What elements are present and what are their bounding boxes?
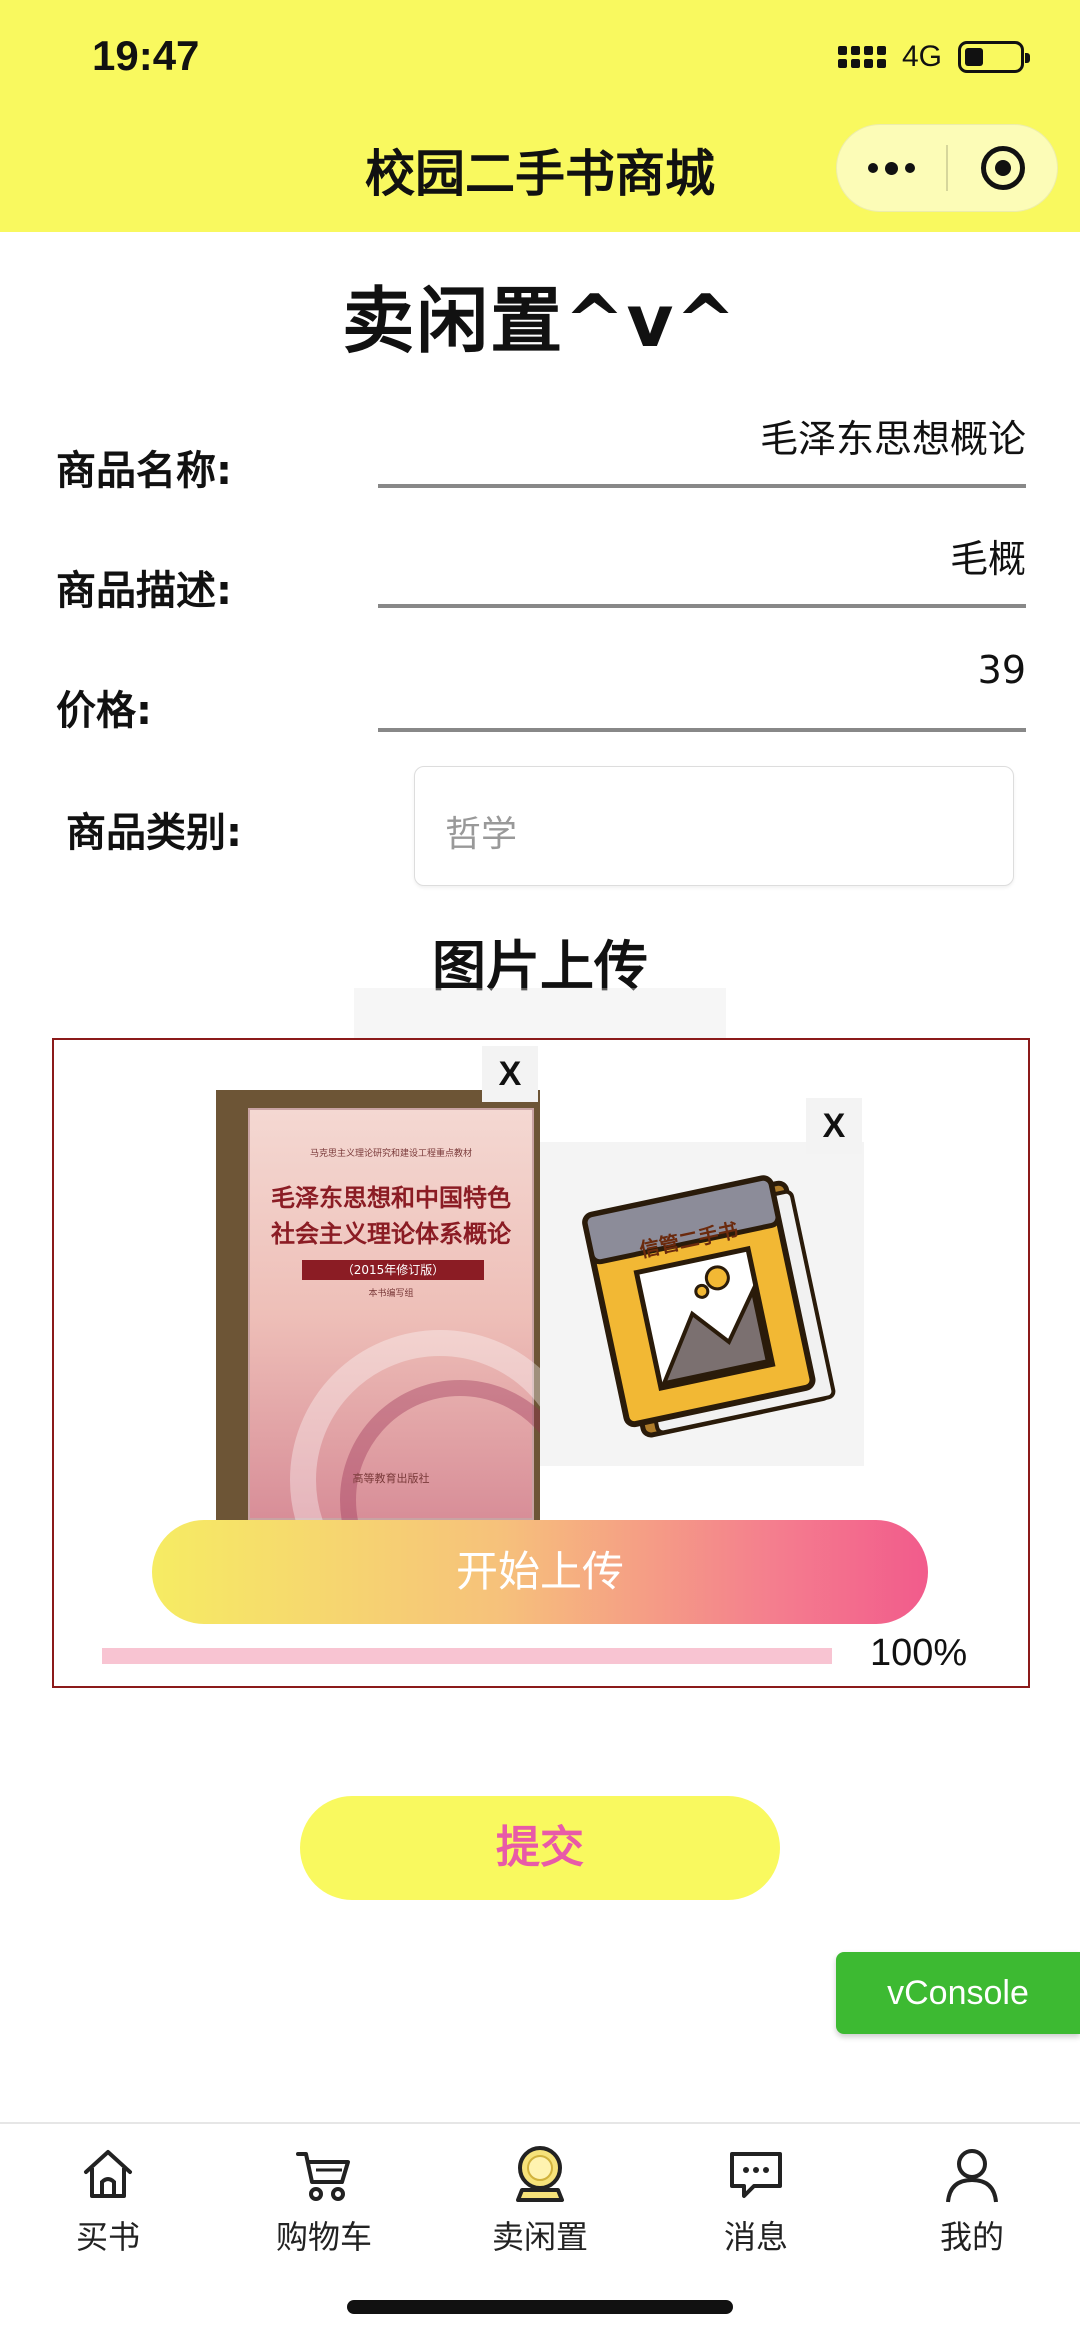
sell-icon bbox=[516, 2146, 564, 2202]
user-icon bbox=[946, 2149, 998, 2203]
more-button[interactable] bbox=[837, 125, 946, 211]
cover-title-line1: 毛泽东思想和中国特色 bbox=[271, 1184, 511, 1212]
upload-progress-fill bbox=[102, 1648, 832, 1664]
page-title: 卖闲置^v^ bbox=[342, 279, 738, 363]
cart-icon bbox=[296, 2152, 350, 2201]
category-select[interactable]: 哲学 bbox=[414, 766, 1014, 886]
price-input[interactable]: 39 bbox=[978, 648, 1026, 692]
tab-label: 消息 bbox=[723, 2218, 788, 2256]
cover-editor: 本书编写组 bbox=[368, 1289, 414, 1299]
uploaded-book-illustration[interactable]: 信管二手书 bbox=[540, 1142, 864, 1466]
remove-image-2-button[interactable]: X bbox=[806, 1098, 862, 1154]
book-illustration-icon: 信管二手书 bbox=[582, 1175, 836, 1438]
description-underline bbox=[378, 604, 1026, 608]
status-indicators: 4G bbox=[837, 40, 1030, 74]
tab-profile[interactable]: 我的 bbox=[864, 2124, 1080, 2274]
more-dots-icon bbox=[868, 161, 915, 175]
message-icon bbox=[730, 2152, 782, 2198]
tab-label: 买书 bbox=[75, 2218, 140, 2256]
tab-buy-books[interactable]: 买书 bbox=[0, 2124, 216, 2274]
tab-label: 我的 bbox=[939, 2218, 1004, 2256]
description-label: 商品描述: bbox=[56, 568, 232, 614]
price-underline bbox=[378, 728, 1026, 732]
book-cover: 马克思主义理论研究和建设工程重点教材 毛泽东思想和中国特色 社会主义理论体系概论… bbox=[248, 1108, 540, 1520]
remove-image-1-button[interactable]: X bbox=[482, 1046, 538, 1102]
close-mini-program-button[interactable] bbox=[948, 125, 1057, 211]
status-time: 19:47 bbox=[92, 32, 200, 79]
navigation-bar: 19:47 4G 校园二手书商城 bbox=[0, 0, 1080, 232]
tab-label: 卖闲置 bbox=[491, 2218, 588, 2256]
description-input[interactable]: 毛概 bbox=[950, 528, 1026, 583]
start-upload-button[interactable]: 开始上传 bbox=[152, 1520, 928, 1624]
price-label: 价格: bbox=[56, 688, 152, 734]
upload-progress-text: 100% bbox=[870, 1632, 968, 1674]
network-type: 4G bbox=[901, 40, 942, 73]
upload-progress-bar bbox=[102, 1648, 832, 1664]
name-input[interactable]: 毛泽东思想概论 bbox=[760, 408, 1026, 463]
cover-title-line2: 社会主义理论体系概论 bbox=[271, 1220, 511, 1248]
vconsole-button[interactable]: vConsole bbox=[836, 1952, 1080, 2034]
battery-icon bbox=[958, 41, 1030, 73]
category-value: 哲学 bbox=[445, 814, 518, 855]
cover-series-text: 马克思主义理论研究和建设工程重点教材 bbox=[309, 1149, 472, 1159]
category-label: 商品类别: bbox=[66, 810, 242, 856]
submit-button[interactable]: 提交 bbox=[300, 1796, 780, 1900]
tab-sell[interactable]: 卖闲置 bbox=[432, 2124, 648, 2274]
tab-label: 购物车 bbox=[275, 2218, 372, 2256]
name-label: 商品名称: bbox=[56, 448, 232, 494]
name-underline bbox=[378, 484, 1026, 488]
home-indicator bbox=[347, 2300, 733, 2314]
cover-edition: （2015年修订版） bbox=[302, 1260, 484, 1280]
mini-program-capsule bbox=[836, 124, 1058, 212]
uploaded-photo-book[interactable]: 马克思主义理论研究和建设工程重点教材 毛泽东思想和中国特色 社会主义理论体系概论… bbox=[216, 1090, 540, 1520]
signal-icon bbox=[837, 46, 886, 68]
cover-publisher: 高等教育出版社 bbox=[352, 1472, 430, 1485]
target-icon bbox=[980, 146, 1025, 190]
home-icon bbox=[84, 2150, 132, 2198]
tab-messages[interactable]: 消息 bbox=[648, 2124, 864, 2274]
tab-cart[interactable]: 购物车 bbox=[216, 2124, 432, 2274]
